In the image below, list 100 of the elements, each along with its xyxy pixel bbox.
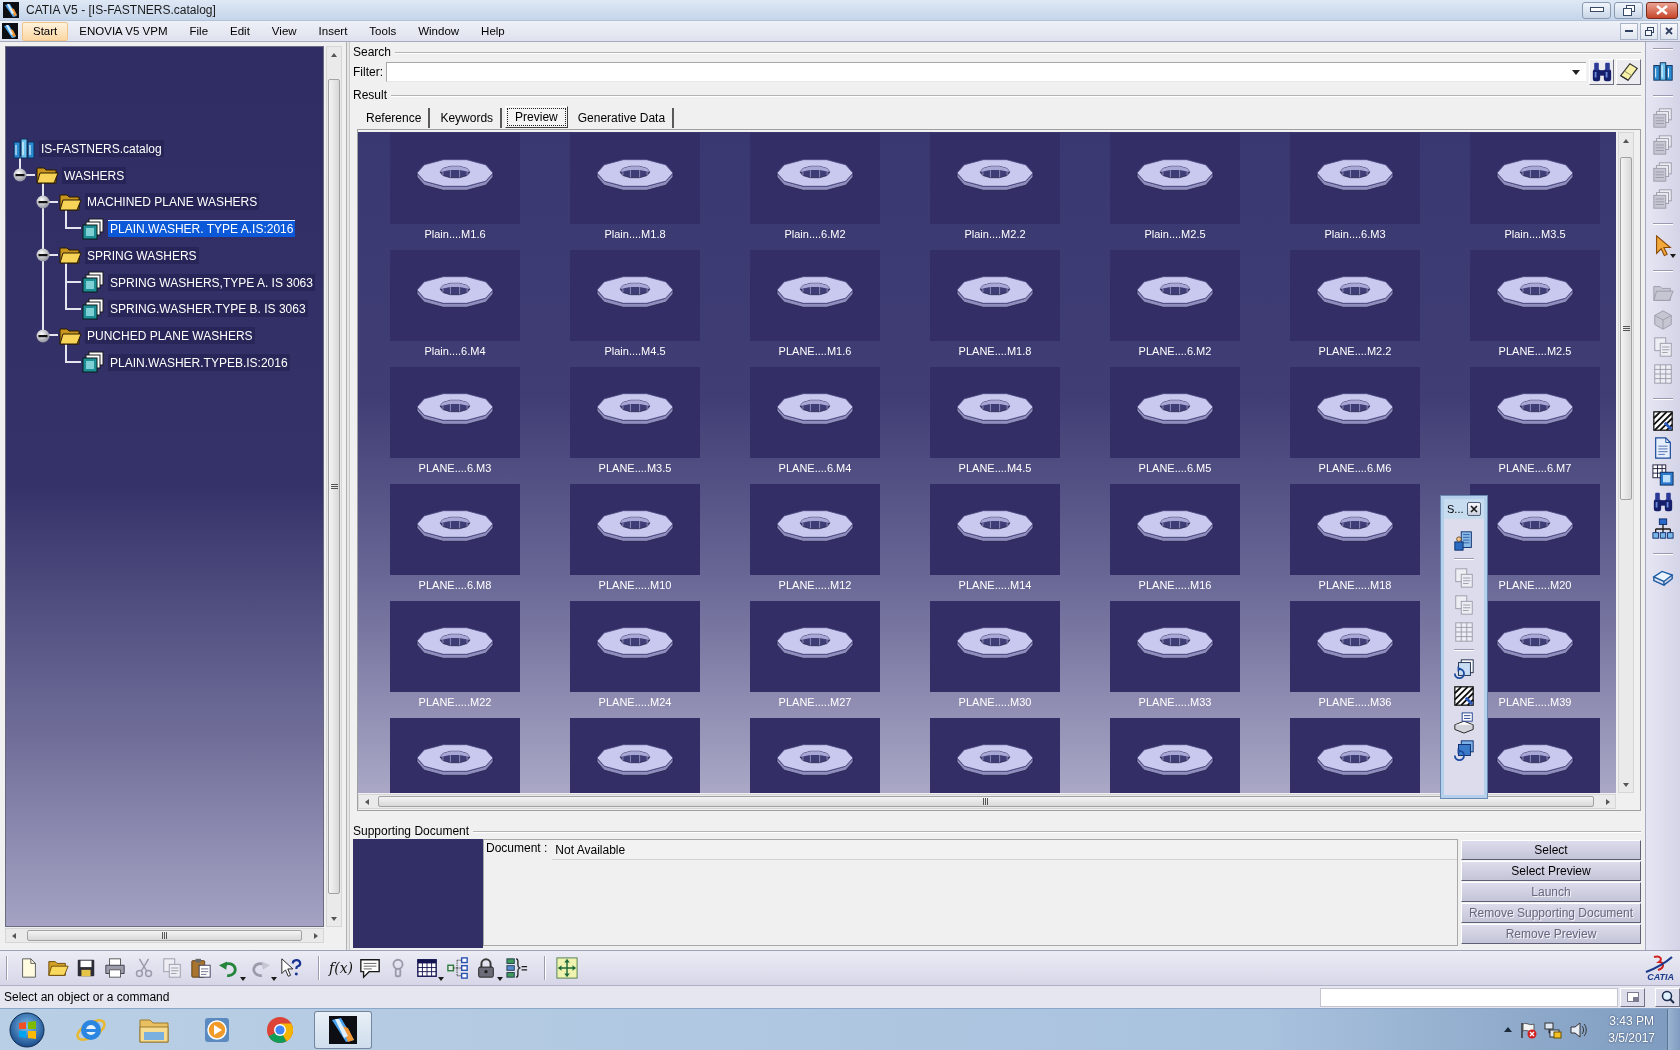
preview-thumbnail[interactable] (1110, 367, 1240, 458)
vertical-scrollbar[interactable] (326, 46, 342, 927)
preview-thumbnail[interactable] (1110, 601, 1240, 692)
horizontal-scrollbar[interactable] (5, 928, 324, 943)
preview-thumbnail[interactable] (930, 484, 1060, 575)
preview-thumbnail[interactable] (1290, 484, 1420, 575)
vertical-scrollbar[interactable] (1618, 132, 1634, 793)
menu-item[interactable]: Insert (307, 21, 359, 41)
preview-thumbnail[interactable] (1110, 250, 1240, 341)
network-icon[interactable] (1652, 517, 1674, 540)
action-button[interactable]: Select (1461, 840, 1641, 860)
preview-thumbnail[interactable] (930, 367, 1060, 458)
box-document-icon[interactable] (1453, 711, 1475, 734)
tree-item[interactable]: SPRING.WASHER.TYPE B. IS 3063 (108, 300, 308, 318)
stack-equals-icon[interactable] (506, 957, 529, 979)
preview-thumbnail[interactable] (1290, 718, 1420, 793)
table-icon[interactable] (415, 957, 438, 979)
help-pointer-icon[interactable] (280, 957, 303, 979)
caret-icon[interactable] (437, 977, 444, 981)
collapse-icon[interactable] (36, 194, 50, 209)
preview-thumbnail[interactable] (390, 718, 520, 793)
close-button[interactable] (1660, 22, 1678, 40)
caret-icon[interactable] (240, 977, 247, 981)
preview-thumbnail[interactable] (1110, 484, 1240, 575)
printer-icon[interactable] (104, 957, 127, 979)
collapse-icon[interactable] (36, 248, 50, 263)
tree-item[interactable]: WASHERS (62, 166, 127, 184)
preview-thumbnail[interactable] (930, 718, 1060, 793)
flag-icon[interactable] (1519, 1020, 1538, 1039)
preview-thumbnail[interactable] (1470, 250, 1600, 341)
minimize-button[interactable] (1620, 22, 1638, 40)
preview-thumbnail[interactable] (390, 601, 520, 692)
action-button[interactable]: Select Preview (1461, 861, 1641, 881)
fit-arrows-icon[interactable] (556, 957, 578, 979)
search-icon[interactable] (1652, 490, 1674, 513)
preview-thumbnail[interactable] (1290, 367, 1420, 458)
tree-item[interactable]: SPRING WASHERS,TYPE A. IS 3063 (108, 273, 315, 291)
book-stack-icon[interactable] (1652, 59, 1674, 82)
table-pages-icon[interactable] (1652, 463, 1674, 486)
stack-figure-icon[interactable] (1453, 529, 1475, 552)
preview-thumbnail[interactable] (750, 601, 880, 692)
preview-thumbnail[interactable] (930, 601, 1060, 692)
preview-thumbnail[interactable] (750, 484, 880, 575)
menu-item[interactable]: Tools (358, 21, 408, 41)
taskbar-button[interactable] (314, 1010, 372, 1049)
clipboard-icon[interactable] (189, 957, 212, 979)
menu-item[interactable]: ENOVIA V5 VPM (68, 21, 179, 41)
preview-thumbnail[interactable] (1470, 367, 1600, 458)
restore-button[interactable] (1640, 22, 1658, 40)
tree-item[interactable]: PUNCHED PLANE WASHERS (85, 327, 255, 345)
preview-thumbnail[interactable] (570, 367, 700, 458)
tree-item[interactable]: SPRING WASHERS (85, 246, 199, 264)
tree-item[interactable]: MACHINED PLANE WASHERS (85, 193, 260, 211)
preview-thumbnail[interactable] (1110, 133, 1240, 224)
tree-item[interactable]: IS-FASTNERS.catalog (39, 139, 164, 157)
refresh-pages-icon[interactable] (1453, 657, 1475, 680)
menu-item[interactable]: View (260, 21, 308, 41)
close-button[interactable] (1646, 1, 1678, 19)
preview-thumbnail[interactable] (930, 250, 1060, 341)
clear-button[interactable] (1616, 59, 1641, 85)
preview-thumbnail[interactable] (570, 133, 700, 224)
node-diagram-icon[interactable] (446, 957, 469, 979)
caret-icon[interactable] (497, 977, 504, 981)
status-button[interactable] (1655, 987, 1680, 1007)
preview-thumbnail[interactable] (750, 367, 880, 458)
menu-item[interactable]: Window (407, 21, 471, 41)
menu-item[interactable]: Help (470, 21, 516, 41)
preview-thumbnail[interactable] (750, 718, 880, 793)
tree-item[interactable]: PLAIN.WASHER. TYPE A.IS:2016 (108, 220, 296, 238)
preview-thumbnail[interactable] (750, 133, 880, 224)
caret-icon[interactable] (1504, 1027, 1513, 1032)
speech-bubble-icon[interactable] (358, 957, 381, 979)
tree-item[interactable]: PLAIN.WASHER.TYPEB.IS:2016 (108, 353, 290, 371)
preview-thumbnail[interactable] (1290, 133, 1420, 224)
speaker-icon[interactable] (1569, 1020, 1588, 1039)
hatched-square-icon[interactable] (1652, 409, 1674, 432)
menu-item[interactable]: File (178, 21, 220, 41)
network-icon[interactable] (1544, 1020, 1563, 1039)
close-button[interactable] (1467, 502, 1481, 516)
preview-thumbnail[interactable] (570, 601, 700, 692)
preview-thumbnail[interactable] (390, 133, 520, 224)
hatched-square-icon[interactable] (1453, 684, 1475, 707)
command-input[interactable] (1320, 987, 1618, 1007)
horizontal-scrollbar[interactable] (358, 794, 1616, 809)
preview-thumbnail[interactable] (1290, 250, 1420, 341)
collapse-icon[interactable] (13, 168, 27, 183)
preview-thumbnail[interactable] (570, 718, 700, 793)
preview-thumbnail[interactable] (750, 250, 880, 341)
search-button[interactable] (1589, 59, 1614, 85)
preview-thumbnail[interactable] (1290, 601, 1420, 692)
tab[interactable]: Preview (505, 106, 568, 128)
preview-thumbnail[interactable] (390, 367, 520, 458)
collapse-icon[interactable] (36, 328, 50, 343)
preview-thumbnail[interactable] (1110, 718, 1240, 793)
preview-thumbnail[interactable] (930, 133, 1060, 224)
minimize-button[interactable] (1582, 1, 1611, 19)
preview-thumbnail[interactable] (390, 250, 520, 341)
preview-thumbnail[interactable] (570, 484, 700, 575)
refresh-stack-icon[interactable] (1453, 738, 1475, 761)
preview-thumbnail[interactable] (390, 484, 520, 575)
